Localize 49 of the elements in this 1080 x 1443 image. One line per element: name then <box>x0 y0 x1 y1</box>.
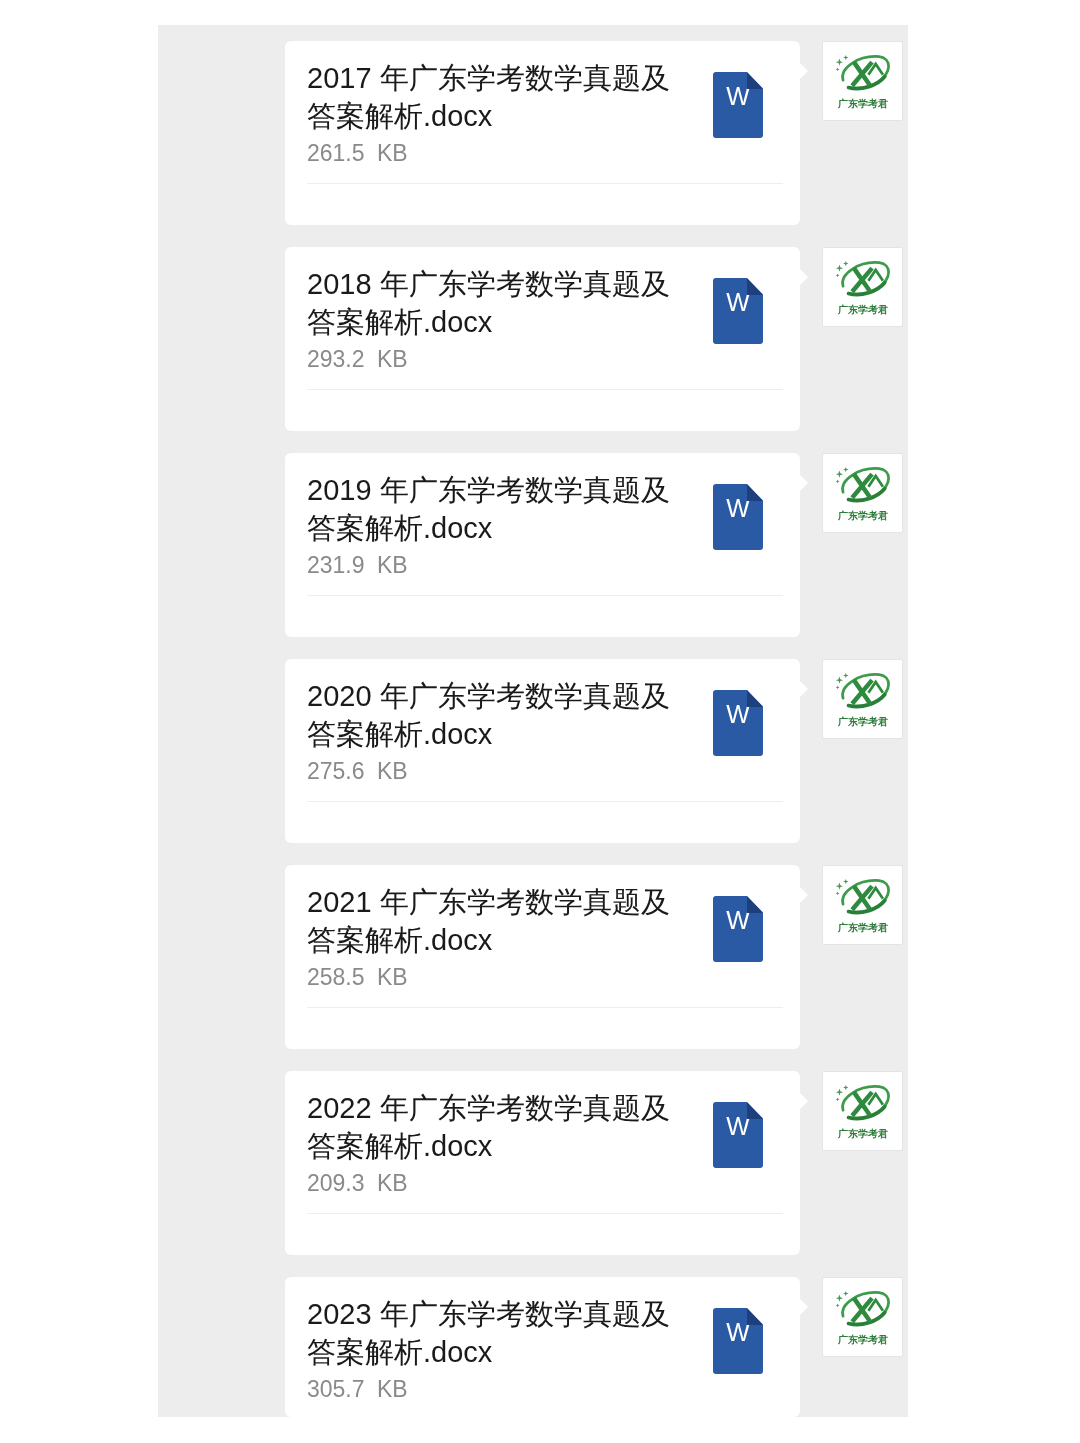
avatar-caption: 广东学考君 <box>837 1334 888 1346</box>
file-name: 2023 年广东学考数学真题及答案解析.docx <box>307 1297 671 1370</box>
logo-icon <box>833 877 892 917</box>
file-size: 293.2 KB <box>307 345 409 374</box>
file-name: 2021 年广东学考数学真题及答案解析.docx <box>307 885 671 958</box>
document-icon: W <box>713 896 763 962</box>
logo-icon <box>833 259 892 299</box>
file-size: 209.3 KB <box>307 1169 409 1198</box>
file-size: 305.7 KB <box>307 1375 409 1404</box>
file-name: 2022 年广东学考数学真题及答案解析.docx <box>307 1091 671 1164</box>
file-message-bubble[interactable]: 2017 年广东学考数学真题及答案解析.docx 261.5 KB W <box>285 41 800 225</box>
logo-icon <box>833 1083 892 1123</box>
avatar[interactable]: 广东学考君 <box>822 1071 903 1151</box>
avatar-caption: 广东学考君 <box>837 98 888 110</box>
avatar[interactable]: 广东学考君 <box>822 453 903 533</box>
logo-icon <box>833 671 892 711</box>
avatar[interactable]: 广东学考君 <box>822 247 903 327</box>
file-name: 2018 年广东学考数学真题及答案解析.docx <box>307 267 671 340</box>
logo-icon <box>833 1289 892 1329</box>
logo-icon <box>833 53 892 93</box>
document-icon: W <box>713 484 763 550</box>
avatar-caption: 广东学考君 <box>837 1128 888 1140</box>
document-icon: W <box>713 278 763 344</box>
file-message-bubble[interactable]: 2022 年广东学考数学真题及答案解析.docx 209.3 KB W <box>285 1071 800 1255</box>
avatar[interactable]: 广东学考君 <box>822 865 903 945</box>
file-size: 261.5 KB <box>307 139 409 168</box>
logo-icon <box>833 465 892 505</box>
file-message-bubble[interactable]: 2018 年广东学考数学真题及答案解析.docx 293.2 KB W <box>285 247 800 431</box>
file-message-bubble[interactable]: 2023 年广东学考数学真题及答案解析.docx 305.7 KB W <box>285 1277 800 1417</box>
file-name: 2019 年广东学考数学真题及答案解析.docx <box>307 473 671 546</box>
file-message-bubble[interactable]: 2019 年广东学考数学真题及答案解析.docx 231.9 KB W <box>285 453 800 637</box>
document-icon: W <box>713 690 763 756</box>
avatar[interactable]: 广东学考君 <box>822 659 903 739</box>
avatar[interactable]: 广东学考君 <box>822 41 903 121</box>
file-name: 2020 年广东学考数学真题及答案解析.docx <box>307 679 671 752</box>
file-name: 2017 年广东学考数学真题及答案解析.docx <box>307 61 671 134</box>
avatar-caption: 广东学考君 <box>837 716 888 728</box>
file-size: 275.6 KB <box>307 757 409 786</box>
file-size: 258.5 KB <box>307 963 409 992</box>
document-icon: W <box>713 72 763 138</box>
avatar-caption: 广东学考君 <box>837 510 888 522</box>
document-icon: W <box>713 1102 763 1168</box>
avatar-caption: 广东学考君 <box>837 922 888 934</box>
file-size: 231.9 KB <box>307 551 409 580</box>
file-message-bubble[interactable]: 2021 年广东学考数学真题及答案解析.docx 258.5 KB W <box>285 865 800 1049</box>
file-message-bubble[interactable]: 2020 年广东学考数学真题及答案解析.docx 275.6 KB W <box>285 659 800 843</box>
avatar-caption: 广东学考君 <box>837 304 888 316</box>
avatar[interactable]: 广东学考君 <box>822 1277 903 1357</box>
document-icon: W <box>713 1308 763 1374</box>
